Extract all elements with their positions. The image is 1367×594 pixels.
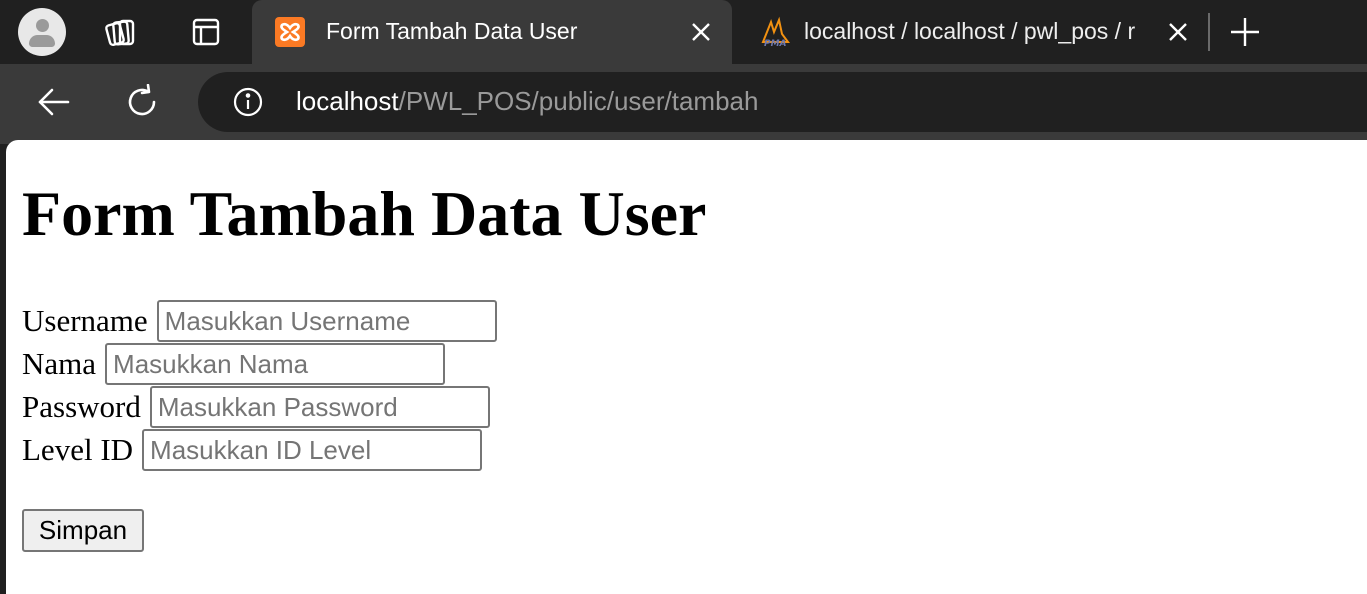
tab-title: Form Tambah Data User (326, 18, 578, 44)
simpan-button[interactable]: Simpan (22, 509, 144, 552)
close-tab-icon[interactable] (1166, 20, 1190, 44)
collections-icon[interactable] (101, 12, 141, 52)
back-arrow-icon[interactable] (34, 82, 74, 122)
tab-actions-icon[interactable] (186, 12, 226, 52)
nama-label: Nama (22, 346, 97, 381)
password-input[interactable] (149, 386, 490, 428)
username-input[interactable] (156, 300, 497, 342)
level-id-label: Level ID (22, 432, 134, 467)
page-title: Form Tambah Data User (22, 178, 707, 249)
xampp-icon (275, 17, 305, 47)
address-bar[interactable]: localhost/PWL_POS/public/user/tambah (198, 72, 1367, 132)
url-text[interactable]: localhost/PWL_POS/public/user/tambah (296, 86, 758, 117)
password-label: Password (22, 389, 141, 424)
url-host: localhost (296, 86, 399, 116)
nama-row: Nama (22, 343, 446, 385)
phpmyadmin-icon: PMA (761, 16, 790, 48)
level-id-input[interactable] (142, 429, 483, 471)
tab-strip: Form Tambah Data User PMA localhost / lo… (0, 0, 1367, 64)
tab-phpmyadmin[interactable]: PMA localhost / localhost / pwl_pos / r (738, 0, 1204, 64)
username-label: Username (22, 303, 148, 338)
username-row: Username (22, 300, 497, 342)
profile-avatar-icon[interactable] (18, 8, 66, 56)
svg-text:PMA: PMA (764, 39, 787, 48)
tab-separator (1208, 13, 1210, 51)
url-path: /PWL_POS/public/user/tambah (398, 86, 759, 116)
nama-input[interactable] (105, 343, 446, 385)
tab-form-tambah[interactable]: Form Tambah Data User (252, 0, 732, 64)
browser-toolbar: localhost/PWL_POS/public/user/tambah (0, 64, 1367, 144)
page-content: Form Tambah Data User Username Nama Pass… (6, 140, 1367, 594)
level-id-row: Level ID (22, 429, 483, 471)
tab-title: localhost / localhost / pwl_pos / r (804, 18, 1136, 44)
new-tab-icon[interactable] (1226, 13, 1264, 51)
reload-icon[interactable] (122, 82, 162, 122)
site-info-icon[interactable] (232, 86, 264, 118)
password-row: Password (22, 386, 490, 428)
close-tab-icon[interactable] (689, 20, 713, 44)
